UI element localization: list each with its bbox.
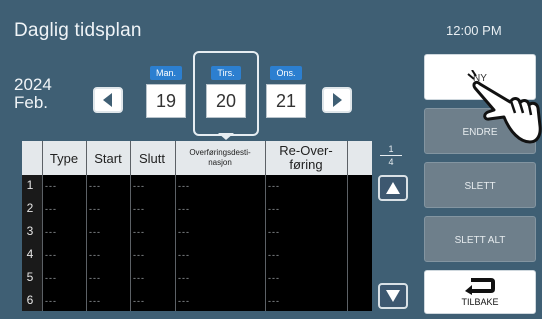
cell-retransfer: --- — [268, 250, 280, 260]
day-number: 20 — [206, 84, 246, 118]
day-monday[interactable]: Man. 19 — [142, 63, 190, 118]
cell-start: --- — [89, 273, 101, 283]
cell-retransfer: --- — [268, 273, 280, 283]
triangle-up-icon — [386, 182, 400, 194]
column-divider — [42, 141, 43, 311]
back-button[interactable]: TILBAKE — [424, 270, 536, 314]
page-title: Daglig tidsplan — [14, 20, 142, 41]
cell-start: --- — [89, 227, 101, 237]
pointing-hand-icon — [467, 70, 542, 144]
row-number: 1 — [26, 178, 34, 192]
cell-end: --- — [133, 181, 145, 191]
column-header-destination: Overføringsdesti- nasjon — [175, 141, 265, 175]
next-day-button[interactable] — [322, 87, 352, 113]
cell-end: --- — [133, 204, 145, 214]
cell-destination: --- — [178, 227, 190, 237]
day-tuesday[interactable]: Tirs. 20 — [202, 63, 250, 118]
column-header-destination-line2: nasjon — [208, 158, 232, 167]
cell-type: --- — [45, 296, 57, 306]
row-number-column — [22, 175, 42, 311]
return-arrow-icon — [465, 278, 495, 295]
row-number: 3 — [26, 224, 34, 238]
column-divider — [175, 141, 176, 311]
arrow-left-icon — [103, 93, 112, 107]
selected-day-pointer — [218, 133, 234, 140]
clock: 12:00 PM — [446, 23, 502, 38]
row-number: 6 — [26, 293, 34, 307]
column-header-retransfer-line1: Re-Over- — [279, 143, 333, 158]
delete-button-label: SLETT — [464, 181, 496, 192]
cell-type: --- — [45, 227, 57, 237]
cell-start: --- — [89, 204, 101, 214]
column-header-destination-line1: Overføringsdesti- — [189, 148, 251, 157]
cell-type: --- — [45, 273, 57, 283]
cell-end: --- — [133, 273, 145, 283]
page-total: 4 — [388, 157, 394, 167]
row-number: 2 — [26, 201, 34, 215]
cell-destination: --- — [178, 296, 190, 306]
page-current: 1 — [388, 144, 394, 154]
schedule-screen: Daglig tidsplan 12:00 PM 2024 Feb. Man. … — [0, 0, 542, 319]
cell-retransfer: --- — [268, 227, 280, 237]
cell-retransfer: --- — [268, 296, 280, 306]
column-header-start: Start — [94, 150, 122, 166]
cell-type: --- — [45, 250, 57, 260]
cell-destination: --- — [178, 204, 190, 214]
column-header-end: Slutt — [138, 150, 165, 166]
row-number: 5 — [26, 270, 34, 284]
cell-retransfer: --- — [268, 181, 280, 191]
cell-destination: --- — [178, 181, 190, 191]
cell-destination: --- — [178, 250, 190, 260]
cell-retransfer: --- — [268, 204, 280, 214]
scroll-up-button[interactable] — [378, 175, 408, 201]
delete-all-button-label: SLETT ALT — [454, 235, 506, 246]
row-number: 4 — [26, 247, 34, 261]
day-label: Ons. — [270, 66, 302, 80]
prev-day-button[interactable] — [93, 87, 123, 113]
column-header-retransfer-line2: føring — [289, 157, 323, 172]
day-label: Tirs. — [211, 66, 241, 80]
cell-destination: --- — [178, 273, 190, 283]
day-label: Man. — [149, 66, 182, 80]
back-button-label: TILBAKE — [461, 297, 499, 307]
cell-type: --- — [45, 204, 57, 214]
date-display: 2024 Feb. — [14, 76, 52, 112]
column-divider — [130, 141, 131, 311]
delete-button[interactable]: SLETT — [424, 162, 536, 208]
column-header-retransfer: Re-Over- føring — [265, 141, 347, 175]
column-divider — [265, 141, 266, 311]
day-wednesday[interactable]: Ons. 21 — [262, 63, 310, 118]
cell-end: --- — [133, 227, 145, 237]
column-divider — [347, 141, 348, 311]
day-number: 19 — [146, 84, 186, 118]
cell-start: --- — [89, 250, 101, 260]
arrow-right-icon — [333, 93, 342, 107]
cell-type: --- — [45, 181, 57, 191]
page-indicator: 1 4 — [376, 144, 406, 167]
triangle-down-icon — [386, 290, 400, 302]
page-divider — [380, 155, 402, 156]
table-header: Type Start Slutt Overføringsdesti- nasjo… — [22, 141, 372, 175]
cell-end: --- — [133, 296, 145, 306]
column-divider — [86, 141, 87, 311]
cell-end: --- — [133, 250, 145, 260]
delete-all-button[interactable]: SLETT ALT — [424, 216, 536, 262]
month-label: Feb. — [14, 93, 49, 112]
scroll-down-button[interactable] — [378, 283, 408, 309]
cell-start: --- — [89, 296, 101, 306]
cell-start: --- — [89, 181, 101, 191]
day-number: 21 — [266, 84, 306, 118]
year-label: 2024 — [14, 75, 52, 94]
column-header-type: Type — [49, 150, 79, 166]
